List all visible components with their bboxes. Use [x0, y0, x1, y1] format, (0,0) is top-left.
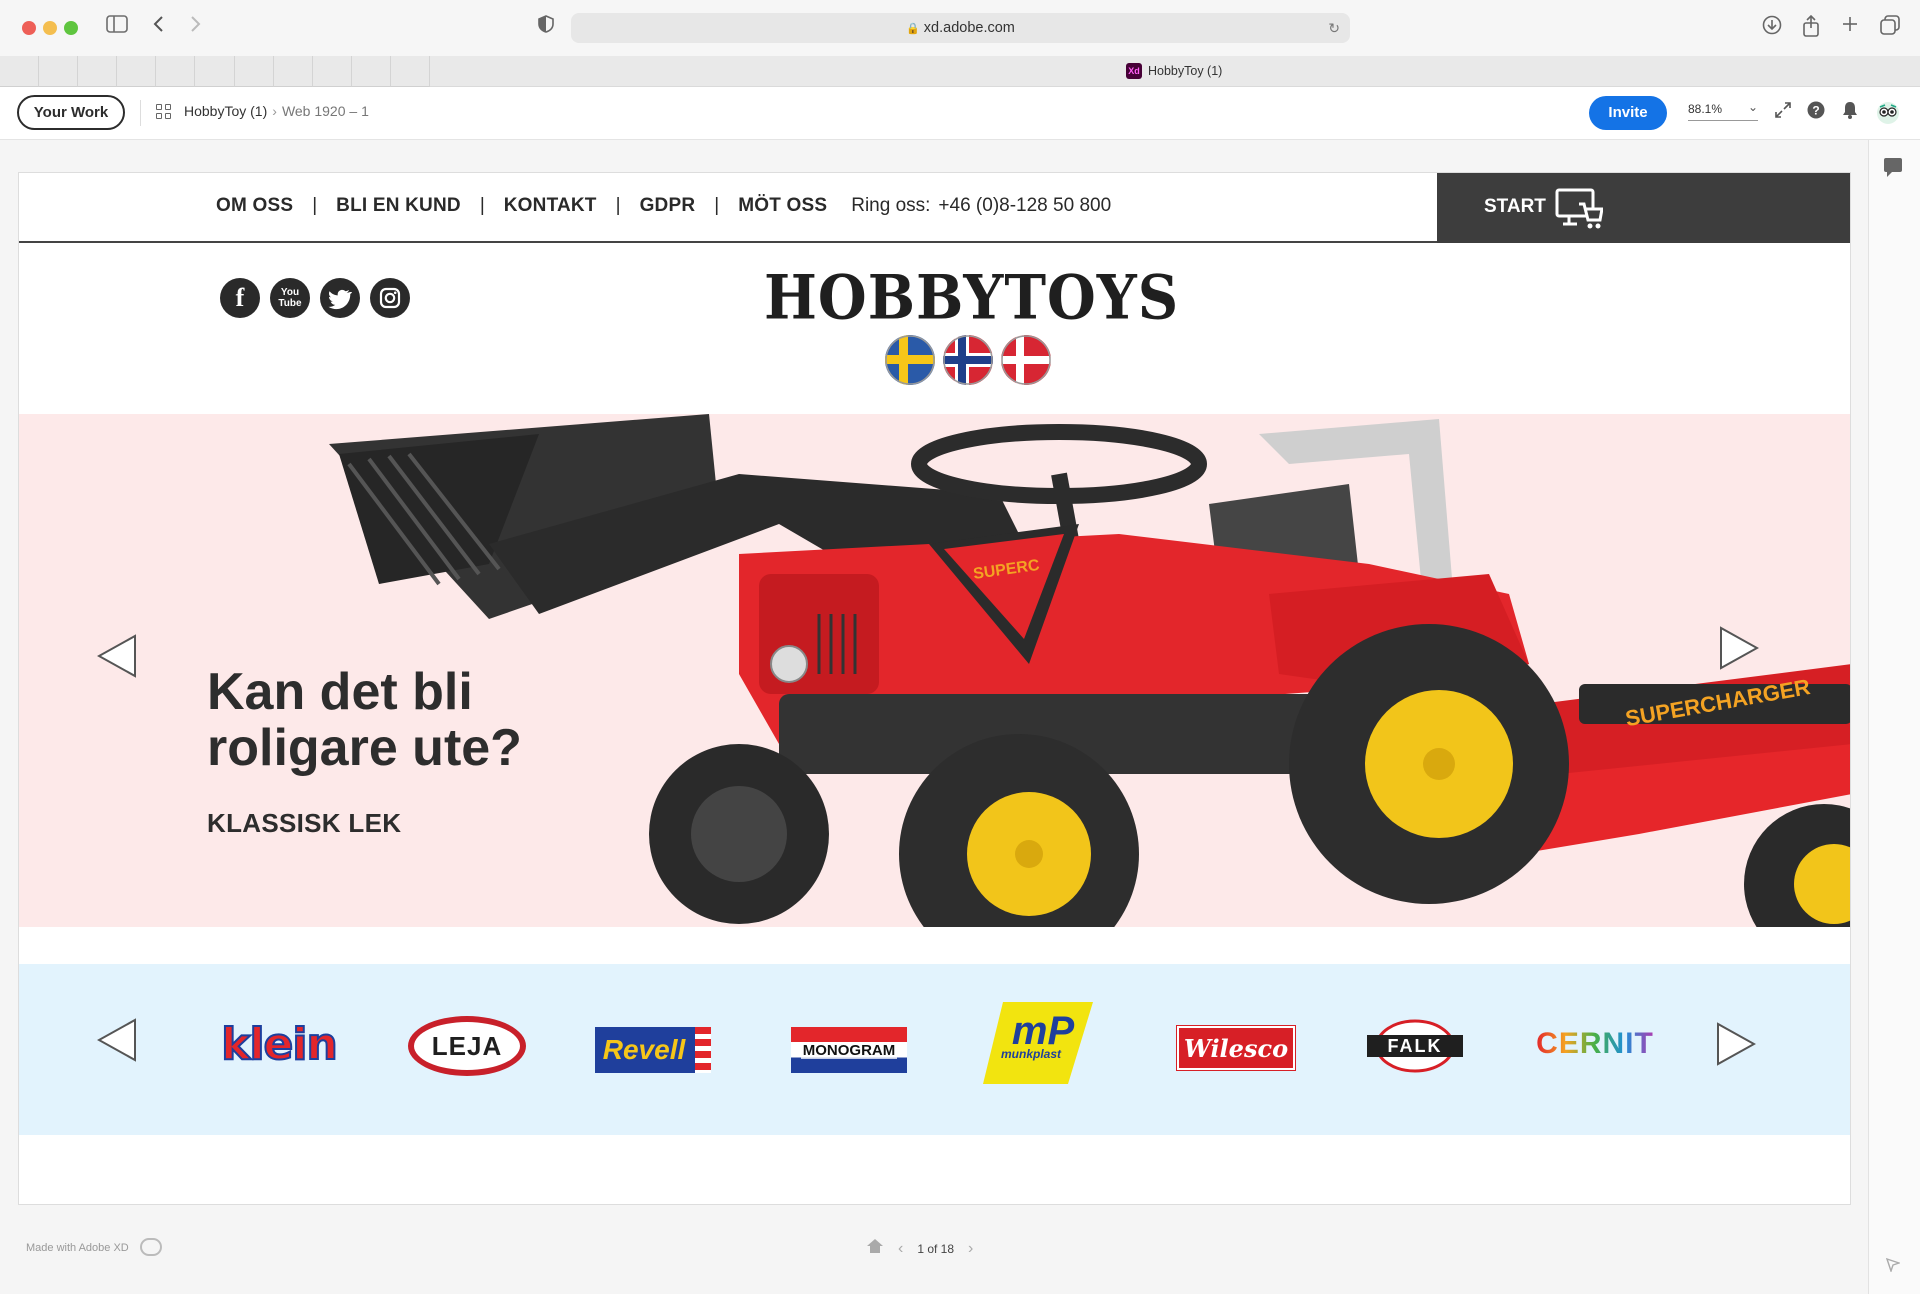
nav-mot-oss[interactable]: MÖT OSS: [738, 195, 827, 217]
denmark-flag[interactable]: [1001, 335, 1051, 385]
grid-view-icon[interactable]: [156, 104, 171, 119]
nav-kontakt[interactable]: KONTAKT: [504, 195, 597, 217]
brand-klein[interactable]: klein: [219, 1014, 339, 1074]
invite-button[interactable]: Invite: [1589, 96, 1667, 130]
artboard-pager: ‹ 1 of 18 ›: [866, 1238, 973, 1259]
notifications-bell-icon[interactable]: [1842, 101, 1858, 124]
url-text: xd.adobe.com: [923, 20, 1015, 36]
artboard: OM OSS | BLI EN KUND | KONTAKT | GDPR | …: [18, 172, 1851, 1205]
prev-artboard-icon[interactable]: ‹: [898, 1240, 903, 1258]
chevron-down-icon: ⌄: [1747, 100, 1758, 114]
hobbytoys-logo[interactable]: HOBBYTOYS: [764, 266, 1178, 331]
phone-number[interactable]: +46 (0)8-128 50 800: [938, 195, 1111, 217]
nav-menu: OM OSS | BLI EN KUND | KONTAKT | GDPR | …: [216, 195, 1111, 217]
made-with-xd[interactable]: Made with Adobe XD: [26, 1242, 129, 1254]
brand-cernit[interactable]: CERNIT: [1531, 1022, 1659, 1066]
share-icon[interactable]: [1802, 14, 1820, 43]
sweden-flag[interactable]: [885, 335, 935, 385]
breadcrumb-project[interactable]: HobbyToy (1): [184, 103, 267, 119]
brand-falk[interactable]: FALK: [1367, 1019, 1463, 1073]
twitter-icon[interactable]: [320, 278, 360, 318]
downloads-icon[interactable]: [1762, 15, 1782, 41]
svg-text:FALK: FALK: [1388, 1036, 1443, 1056]
facebook-icon[interactable]: f: [220, 278, 260, 318]
hero-subtitle: KLASSISK LEK: [207, 808, 402, 838]
site-navigation: OM OSS | BLI EN KUND | KONTAKT | GDPR | …: [19, 173, 1850, 243]
active-tab[interactable]: Xd HobbyToy (1): [1126, 63, 1222, 79]
comments-rail: [1868, 140, 1920, 1294]
hero-title-line2: roligare ute?: [207, 719, 522, 777]
sidebar-toggle-icon[interactable]: [106, 15, 128, 39]
nav-separator: |: [479, 195, 485, 216]
new-tab-icon[interactable]: [1841, 15, 1859, 39]
instagram-icon[interactable]: [370, 278, 410, 318]
brands-next-arrow-icon[interactable]: [1716, 1022, 1756, 1066]
pager-text: 1 of 18: [917, 1241, 955, 1256]
xd-toolbar: Your Work HobbyToy (1) › Web 1920 – 1 Invi…: [0, 87, 1920, 140]
pinned-tabs[interactable]: [0, 56, 431, 87]
brands-prev-arrow-icon[interactable]: [97, 1018, 137, 1062]
svg-text:munkplast: munkplast: [1001, 1047, 1062, 1061]
brand-leja[interactable]: LEJA: [408, 1016, 526, 1076]
back-icon[interactable]: [152, 15, 164, 39]
nav-separator: |: [714, 195, 720, 216]
brand-monogram[interactable]: MONOGRAM: [791, 1027, 907, 1073]
close-window-button[interactable]: [22, 21, 36, 35]
next-artboard-icon[interactable]: ›: [968, 1240, 973, 1258]
browser-toolbar: 🔒 xd.adobe.com ↻: [0, 0, 1920, 56]
hero-slider: SUPERCHARGER SUPERC Kan det bli roligare…: [19, 414, 1850, 927]
brand-munkplast[interactable]: mP munkplast: [983, 1002, 1103, 1084]
breadcrumb-artboard: Web 1920 – 1: [281, 103, 369, 119]
comment-icon[interactable]: [1884, 158, 1902, 177]
start-label: START: [1484, 196, 1546, 217]
brand-wilesco[interactable]: Wilesco: [1176, 1025, 1296, 1071]
hero-prev-arrow-icon[interactable]: [97, 634, 137, 678]
shop-cart-icon: [1555, 188, 1603, 229]
hero-title: Kan det bli roligare ute?: [207, 664, 522, 776]
norway-flag[interactable]: [943, 335, 993, 385]
adobe-xd-icon: Xd: [1126, 63, 1142, 79]
nav-separator: |: [312, 195, 318, 216]
zoom-value: 88.1%: [1688, 102, 1723, 116]
brands-carousel: klein LEJA Revell MONOGRAM mP munkplast W…: [19, 964, 1850, 1135]
fullscreen-icon[interactable]: [1774, 101, 1792, 124]
privacy-shield-icon[interactable]: [538, 15, 554, 39]
creative-cloud-icon: [140, 1238, 162, 1256]
youtube-icon[interactable]: You Tube: [270, 278, 310, 318]
chevron-right-icon: ›: [272, 103, 277, 119]
brand-revell[interactable]: Revell: [595, 1027, 711, 1073]
zoom-select[interactable]: 88.1% ⌄: [1688, 100, 1758, 121]
start-button[interactable]: START: [1437, 173, 1850, 243]
hero-next-arrow-icon[interactable]: [1719, 626, 1759, 670]
your-work-button[interactable]: Your Work: [17, 95, 125, 130]
nav-bli-en-kund[interactable]: BLI EN KUND: [336, 195, 461, 217]
avatar[interactable]: [1876, 101, 1900, 130]
breadcrumb: HobbyToy (1) › Web 1920 – 1: [184, 103, 369, 119]
minimize-window-button[interactable]: [43, 21, 57, 35]
home-icon[interactable]: [866, 1238, 884, 1259]
address-bar[interactable]: 🔒 xd.adobe.com ↻: [571, 13, 1350, 43]
reload-icon[interactable]: ↻: [1328, 13, 1340, 43]
toolbar-divider: [140, 100, 141, 126]
lock-icon: 🔒: [906, 23, 920, 35]
pointer-icon[interactable]: [1885, 1257, 1902, 1275]
nav-separator: |: [615, 195, 621, 216]
zoom-window-button[interactable]: [64, 21, 78, 35]
svg-text:?: ?: [1812, 104, 1819, 118]
hero-title-line1: Kan det bli: [207, 663, 473, 721]
help-icon[interactable]: ?: [1807, 101, 1825, 124]
nav-om-oss[interactable]: OM OSS: [216, 195, 293, 217]
phone-label: Ring oss:: [851, 195, 931, 216]
nav-gdpr[interactable]: GDPR: [640, 195, 696, 217]
tab-bar: Xd HobbyToy (1): [0, 56, 1920, 87]
tab-overview-icon[interactable]: [1880, 15, 1900, 41]
tab-title: HobbyToy (1): [1148, 64, 1223, 78]
forward-icon[interactable]: [190, 15, 202, 39]
